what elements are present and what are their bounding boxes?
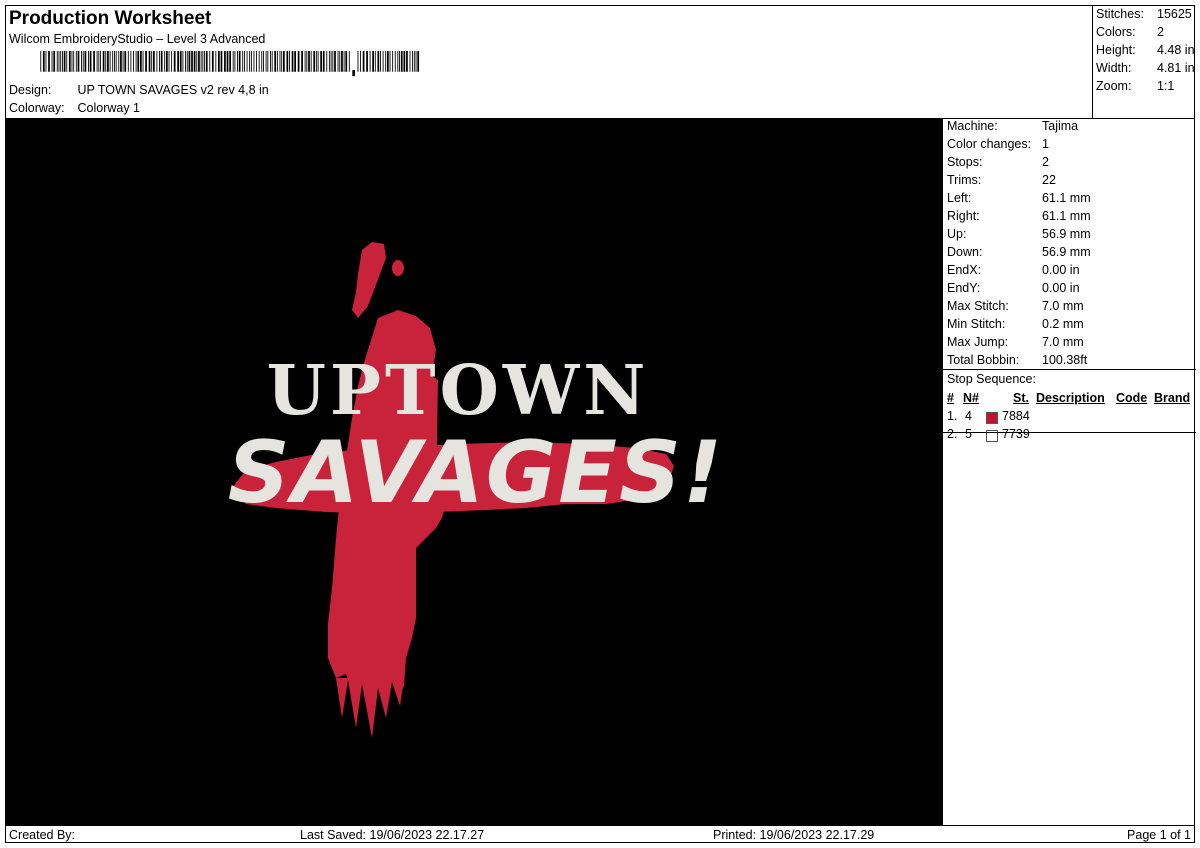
colorway-label: Colorway: — [9, 101, 65, 115]
machine-info-value: 100.38ft — [1042, 353, 1088, 367]
machine-info-value: 61.1 mm — [1042, 191, 1091, 205]
stitches-value: 15625 — [1157, 7, 1192, 21]
machine-info-value: 61.1 mm — [1042, 209, 1091, 223]
col-header-brand: Brand — [1154, 391, 1191, 405]
machine-info-label: Max Stitch: — [947, 299, 1009, 313]
colorway-row: Colorway: Colorway 1 — [9, 101, 140, 115]
thread-color-swatch — [986, 412, 998, 424]
machine-info-label: Left: — [947, 191, 972, 205]
stop-sequence-divider — [943, 432, 1196, 433]
stop-stitches: 7739 — [1002, 427, 1030, 441]
cross-drip-dot — [392, 260, 404, 276]
worksheet-header: Production Worksheet Wilcom EmbroiderySt… — [6, 6, 1092, 118]
page-number: Page 1 of 1 — [1127, 828, 1191, 842]
machine-info-label: Down: — [947, 245, 983, 259]
machine-info-value: 7.0 mm — [1042, 335, 1084, 349]
barcode — [40, 51, 420, 77]
colorway-value: Colorway 1 — [77, 101, 141, 115]
machine-info-label: Total Bobbin: — [947, 353, 1020, 367]
machine-info-value: 56.9 mm — [1042, 245, 1091, 259]
machine-info-value: 7.0 mm — [1042, 299, 1084, 313]
summary-stats: Stitches: 15625 Colors: 2 Height: 4.48 i… — [1092, 6, 1196, 118]
col-header-needle: N# — [963, 391, 979, 405]
design-text: UPTOWN SAVAGES! — [228, 351, 724, 523]
col-header-st: St. — [1013, 391, 1029, 405]
width-label: Width: — [1096, 61, 1132, 75]
software-name: Wilcom EmbroideryStudio – Level 3 Advanc… — [9, 32, 266, 46]
design-preview: UPTOWN SAVAGES! — [6, 118, 942, 825]
width-value: 4.81 in — [1157, 61, 1195, 75]
col-header-code: Code — [1116, 391, 1148, 405]
stop-sequence: Stop Sequence: # N# St. Description Code… — [943, 369, 1196, 442]
last-saved: Last Saved: 19/06/2023 22.17.27 — [300, 828, 485, 842]
machine-info-value: 0.00 in — [1042, 263, 1080, 277]
zoom-label: Zoom: — [1096, 79, 1132, 93]
machine-info-value: 0.2 mm — [1042, 317, 1084, 331]
embroidery-design: UPTOWN SAVAGES! — [228, 242, 724, 738]
machine-info-label: Stops: — [947, 155, 983, 169]
worksheet-footer: Created By: Last Saved: 19/06/2023 22.17… — [6, 825, 1194, 845]
production-worksheet: Production Worksheet Wilcom EmbroiderySt… — [5, 5, 1196, 845]
design-label: Design: — [9, 83, 52, 97]
stop-sequence-row: 2. 5 7739 — [943, 427, 1196, 445]
machine-info-value: 1 — [1042, 137, 1049, 151]
machine-info-panel: Machine: Tajima Color changes: 1 Stops: 2 Trim… — [942, 118, 1196, 825]
machine-info-value: 2 — [1042, 155, 1049, 169]
machine-info-value: 56.9 mm — [1042, 227, 1091, 241]
machine-info-label: EndX: — [947, 263, 982, 277]
machine-info-label: Trims: — [947, 173, 982, 187]
height-label: Height: — [1096, 43, 1136, 57]
col-header-description: Description — [1036, 391, 1105, 405]
cross-top-drip — [352, 242, 386, 318]
design-row: Design: UP TOWN SAVAGES v2 rev 4,8 in — [9, 83, 269, 97]
page-title: Production Worksheet — [9, 8, 212, 29]
colors-value: 2 — [1157, 25, 1164, 39]
cross-bottom-drips — [336, 678, 404, 738]
machine-info-label: Machine: — [947, 119, 998, 133]
stop-needle: 5 — [965, 427, 972, 441]
machine-info-label: Max Jump: — [947, 335, 1009, 349]
design-text-uptown: UPTOWN — [267, 351, 650, 431]
stop-num: 1. — [947, 409, 958, 423]
machine-info-label: Color changes: — [947, 137, 1032, 151]
stop-sequence-row: 1. 4 7884 — [943, 409, 1196, 427]
design-text-savages: SAVAGES! — [228, 423, 724, 523]
stop-needle: 4 — [965, 409, 972, 423]
created-by: Created By: — [9, 828, 76, 842]
machine-info-label: Right: — [947, 209, 980, 223]
design-value: UP TOWN SAVAGES v2 rev 4,8 in — [77, 83, 269, 97]
machine-info-value: 0.00 in — [1042, 281, 1080, 295]
printed-date: Printed: 19/06/2023 22.17.29 — [713, 828, 875, 842]
machine-info-label: EndY: — [947, 281, 981, 295]
stop-stitches: 7884 — [1002, 409, 1030, 423]
machine-info-value: Tajima — [1042, 119, 1079, 133]
stitches-label: Stitches: — [1096, 7, 1144, 21]
height-value: 4.48 in — [1157, 43, 1195, 57]
colors-label: Colors: — [1096, 25, 1136, 39]
machine-info-label: Min Stitch: — [947, 317, 1006, 331]
stop-num: 2. — [947, 427, 958, 441]
machine-info-value: 22 — [1042, 173, 1056, 187]
col-header-num: # — [947, 391, 954, 405]
stop-sequence-title: Stop Sequence: — [947, 372, 1036, 386]
zoom-value: 1:1 — [1157, 79, 1175, 93]
machine-info-label: Up: — [947, 227, 967, 241]
